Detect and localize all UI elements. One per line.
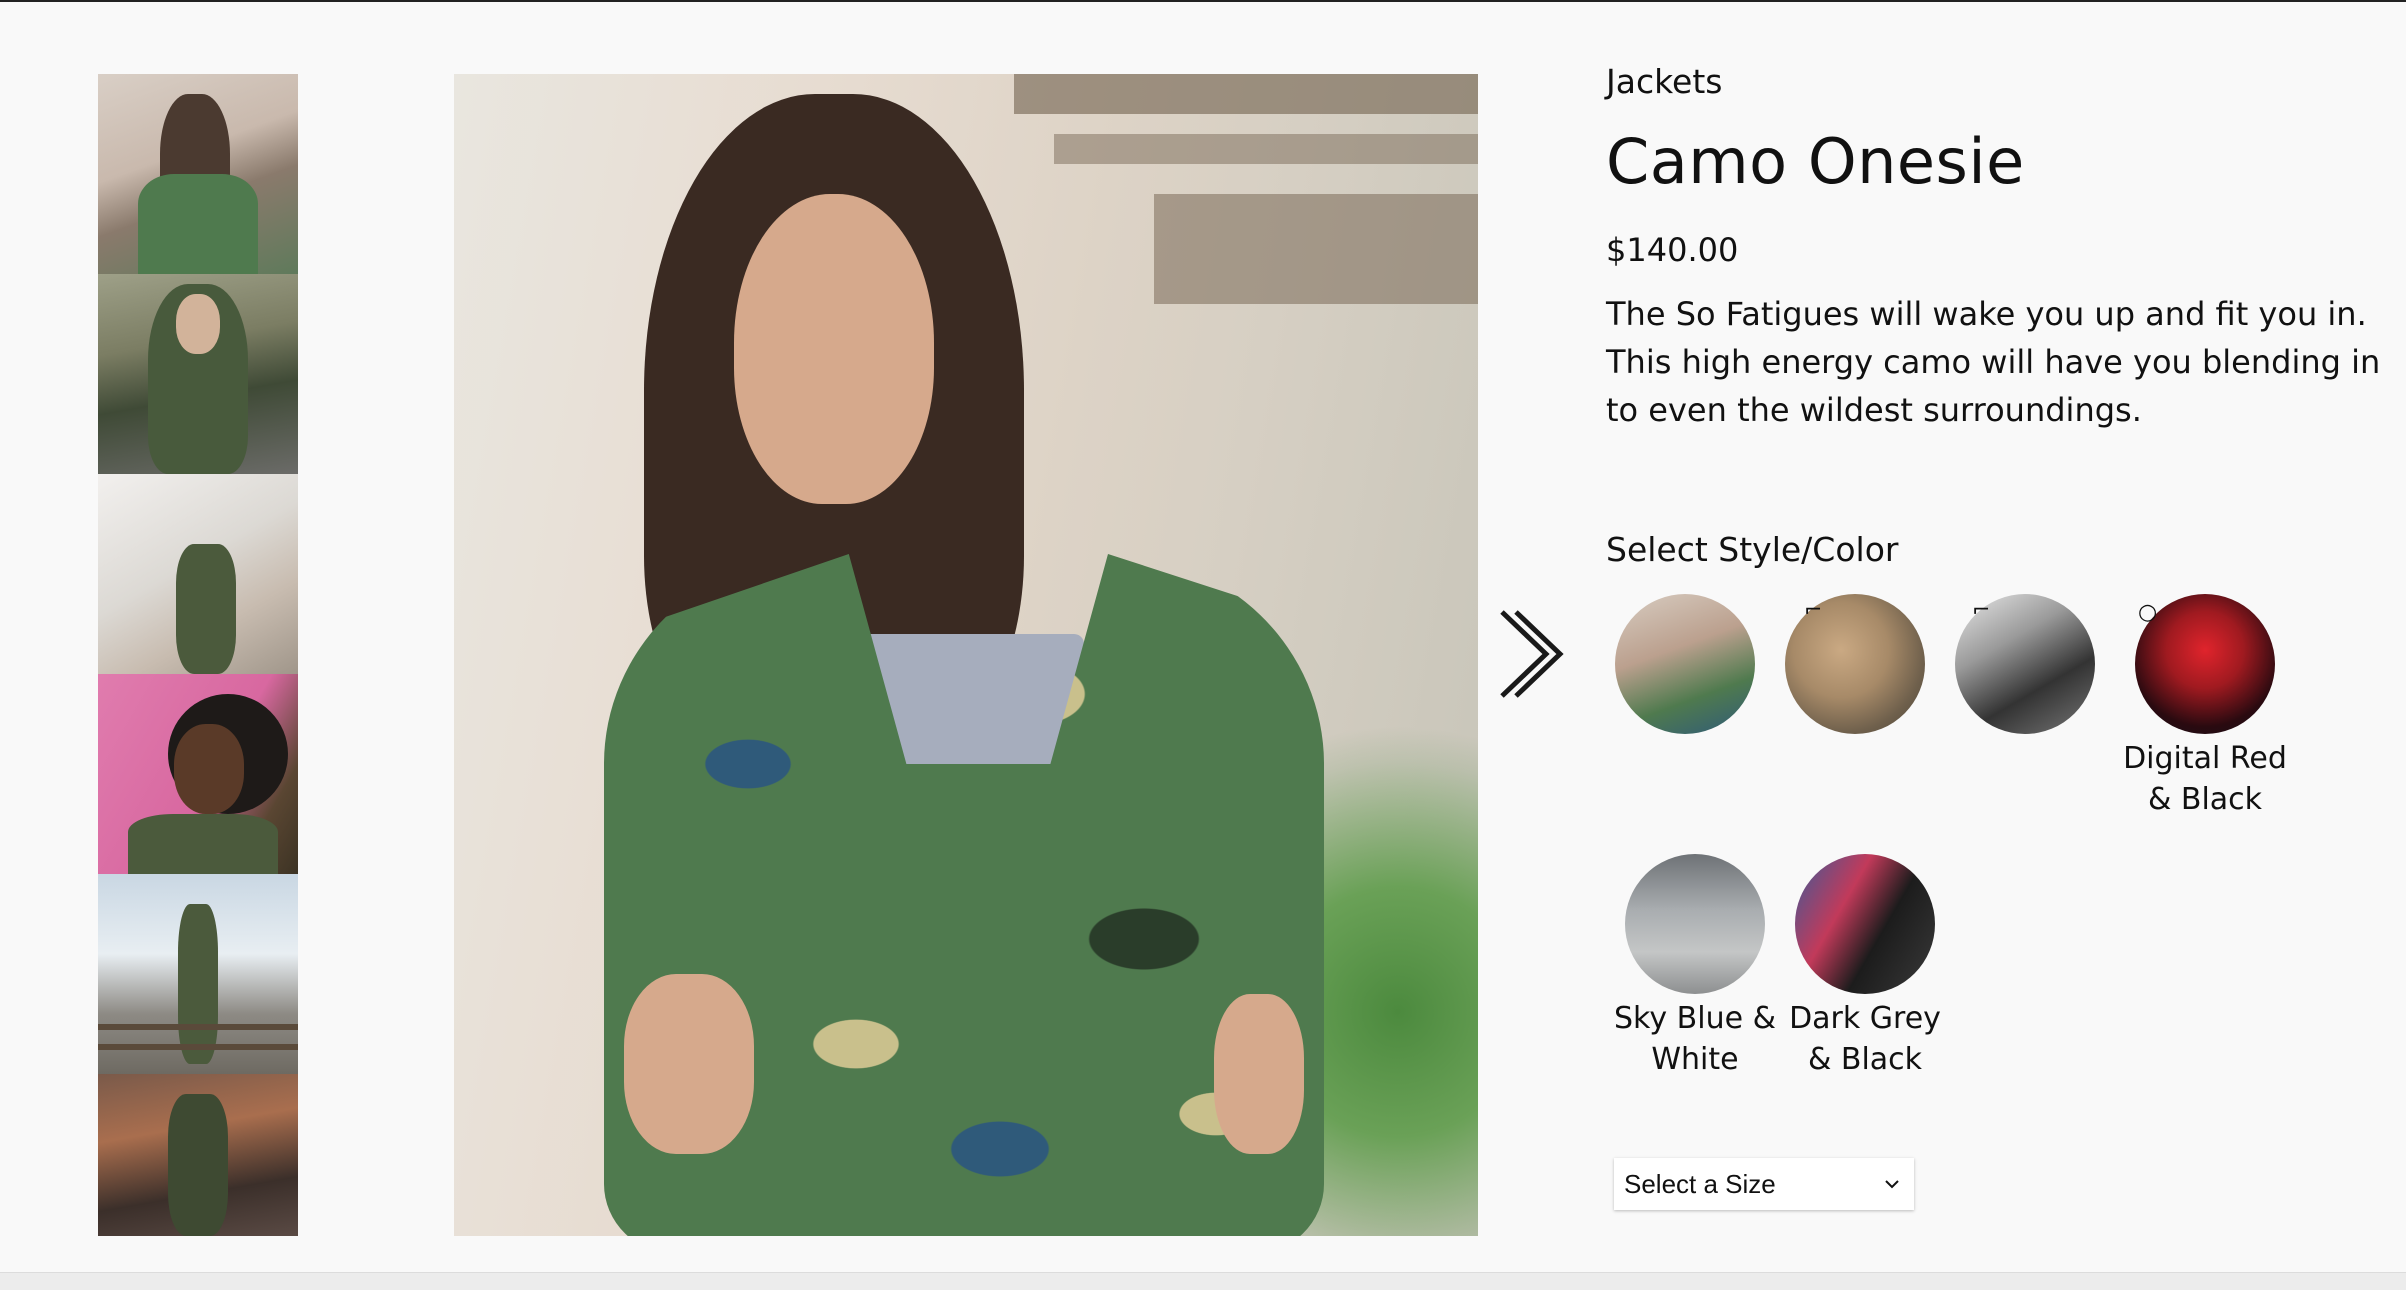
style-option-5[interactable]: Sky Blue & White [1610,854,1780,1080]
style-marker-icon: ⌐ [1972,598,1991,623]
style-marker-icon: ⌐ [1804,598,1823,623]
main-product-image [454,74,1478,1236]
thumbnail-6[interactable] [98,1074,298,1236]
chevron-down-icon [1885,1180,1899,1189]
product-price: $140.00 [1606,231,1739,269]
style-option-label: Dark Grey & Black [1789,1001,1941,1077]
product-description: The So Fatigues will wake you up and fit… [1606,295,2381,429]
style-option-label: Digital Red & Black [2123,741,2287,817]
search-icon: ○ [2138,600,2158,625]
thumbnail-1[interactable] [98,74,298,274]
style-option-1[interactable] [1600,594,1770,734]
product-info: Jackets Camo Onesie $140.00 The So Fatig… [1606,60,2386,434]
top-border [0,0,2406,2]
thumbnail-2[interactable] [98,274,298,474]
thumbnail-5[interactable] [98,874,298,1074]
thumbnail-4[interactable] [98,674,298,874]
product-detail-page: Jackets Camo Onesie $140.00 The So Fatig… [0,0,2406,1290]
product-title: Camo Onesie [1606,125,2025,198]
style-selector-heading: Select Style/Color [1606,530,1899,569]
camo-green-swatch [1615,594,1755,734]
style-option-label: Sky Blue & White [1614,1001,1776,1077]
product-category: Jackets [1606,62,1723,101]
style-option-4[interactable]: Digital Red & Black [2120,594,2290,820]
style-option-6[interactable]: Dark Grey & Black [1780,854,1950,1080]
size-select-value: Select a Size [1624,1168,1776,1199]
chevron-right-icon[interactable] [1494,606,1564,702]
thumbnail-gallery [98,74,298,1236]
style-option-3[interactable] [1940,594,2110,734]
size-select[interactable]: Select a Size [1614,1158,1914,1210]
thumbnail-3[interactable] [98,474,298,674]
dark-grey-swatch [1795,854,1935,994]
bottom-scroll-bar [0,1272,2406,1290]
style-option-2[interactable] [1770,594,1940,734]
sky-blue-swatch [1625,854,1765,994]
